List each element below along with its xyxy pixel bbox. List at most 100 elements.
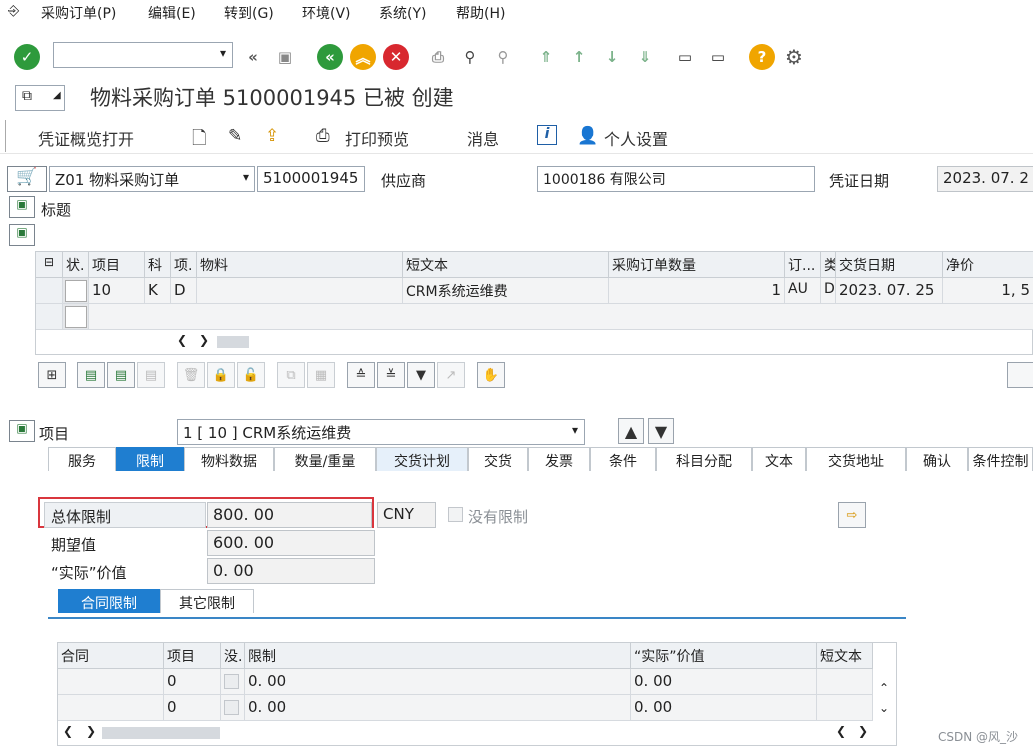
scroll-right-icon[interactable]: ❯	[199, 333, 209, 347]
sort-ascending-icon[interactable]: ≙	[347, 362, 375, 388]
scroll-left-icon[interactable]: ❮	[63, 724, 73, 738]
scroll-thumb[interactable]	[217, 336, 249, 348]
col-contract[interactable]: 合同	[58, 643, 164, 669]
expand-header-icon[interactable]: ▣	[9, 196, 35, 218]
tab-limits[interactable]: 限制	[116, 447, 184, 471]
doc-type-select[interactable]: Z01 物料采购订单 ▾	[49, 166, 255, 192]
tab-delivery-schedule[interactable]: 交货计划	[376, 447, 468, 471]
col-quantity[interactable]: 采购订单数量	[609, 252, 785, 278]
unlock-icon[interactable]: 🔓	[237, 362, 265, 388]
tab-services[interactable]: 服务	[48, 447, 116, 471]
horizontal-scrollbar[interactable]: ❮ ❯ ❮ ❯	[58, 721, 896, 745]
tab-contract-limits[interactable]: 合同限制	[58, 589, 160, 613]
last-page-icon[interactable]: ⇓	[632, 44, 658, 70]
scroll-left-icon[interactable]: ❮	[177, 333, 187, 347]
col-type[interactable]: 类	[821, 252, 836, 278]
col-item-cat[interactable]: 项.	[171, 252, 197, 278]
gear-icon[interactable]: ⚙	[781, 44, 807, 70]
doc-date-field[interactable]: 2023. 07. 2	[937, 166, 1033, 192]
tab-delivery-address[interactable]: 交货地址	[806, 447, 906, 471]
info-icon[interactable]: i	[537, 125, 557, 145]
find-icon[interactable]: ⚲	[457, 44, 483, 70]
vendor-field[interactable]: 1000186 有限公司	[537, 166, 815, 192]
personal-settings-button[interactable]: 个人设置	[604, 126, 668, 150]
col-acct[interactable]: 科	[145, 252, 171, 278]
no-limit-checkbox[interactable]	[448, 507, 463, 522]
tab-conditions[interactable]: 条件	[590, 447, 656, 471]
vertical-scrollbar[interactable]: ⌃ ⌄	[873, 669, 896, 721]
tab-texts[interactable]: 文本	[752, 447, 806, 471]
messages-button[interactable]: 消息	[467, 126, 499, 150]
paste-icon[interactable]: ▦	[307, 362, 335, 388]
enter-check-icon[interactable]: ✓	[14, 44, 40, 70]
document-icon[interactable]: 🗋	[192, 126, 206, 156]
deselect-all-icon[interactable]: ▤	[107, 362, 135, 388]
scroll-right-icon[interactable]: ❯	[86, 724, 96, 738]
system-menu-button[interactable]: ⧉ ◢	[15, 85, 65, 111]
sort-descending-icon[interactable]: ≚	[377, 362, 405, 388]
print-icon[interactable]: ⎙	[425, 44, 451, 70]
col-material[interactable]: 物料	[197, 252, 403, 278]
command-field[interactable]: ▾	[53, 42, 233, 68]
lock-icon[interactable]: 🔒	[207, 362, 235, 388]
col-item[interactable]: 项目	[164, 643, 221, 669]
po-number-field[interactable]: 5100001945	[257, 166, 365, 192]
scroll-down-icon[interactable]: ⌄	[879, 701, 889, 715]
tab-condition-control[interactable]: 条件控制	[968, 447, 1033, 471]
col-short-text[interactable]: 短文本	[403, 252, 609, 278]
col-limit[interactable]: 限制	[245, 643, 631, 669]
col-unit[interactable]: 订...	[785, 252, 821, 278]
copy-icon[interactable]: ⧉	[277, 362, 305, 388]
next-item-icon[interactable]: ▼	[648, 418, 674, 444]
tab-delivery[interactable]: 交货	[468, 447, 528, 471]
shopping-cart-icon[interactable]: 🛒	[7, 166, 47, 192]
expand-items-icon[interactable]: ▣	[9, 224, 35, 246]
menu-help[interactable]: 帮助(H)	[456, 3, 505, 23]
select-all-icon[interactable]: ▤	[77, 362, 105, 388]
tab-invoice[interactable]: 发票	[528, 447, 590, 471]
first-page-icon[interactable]: ⇑	[533, 44, 559, 70]
hand-icon[interactable]: ✋	[477, 362, 505, 388]
col-delivery-date[interactable]: 交货日期	[836, 252, 943, 278]
next-page-icon[interactable]: ↓	[599, 44, 625, 70]
scroll-left-icon[interactable]: ❮	[836, 724, 846, 738]
cell-no-limit[interactable]	[221, 695, 245, 721]
select-block-icon[interactable]: ▤	[137, 362, 165, 388]
filter-icon[interactable]: ▼	[407, 362, 435, 388]
find-next-icon[interactable]: ⚲	[490, 44, 516, 70]
scroll-right-icon[interactable]: ❯	[858, 724, 868, 738]
actual-value-field[interactable]: 0. 00	[207, 558, 375, 584]
col-short-text[interactable]: 短文本	[817, 643, 873, 669]
row-selector[interactable]	[36, 304, 63, 330]
tab-account-assignment[interactable]: 科目分配	[656, 447, 752, 471]
scroll-up-icon[interactable]: ⌃	[879, 681, 889, 695]
overall-limit-field[interactable]: 800. 00	[207, 502, 372, 528]
create-session-icon[interactable]: ▭	[672, 44, 698, 70]
tab-other-limits[interactable]: 其它限制	[160, 589, 254, 613]
menu-environment[interactable]: 环境(V)	[302, 3, 351, 23]
more-button[interactable]	[1007, 362, 1033, 388]
save-icon[interactable]: ▣	[272, 44, 298, 70]
previous-page-icon[interactable]: ↑	[566, 44, 592, 70]
back-icon[interactable]: «	[317, 44, 343, 70]
expected-value-field[interactable]: 600. 00	[207, 530, 375, 556]
user-settings-icon[interactable]: 👤	[577, 126, 598, 146]
menu-po[interactable]: 采购订单(P)	[41, 3, 116, 23]
horizontal-scrollbar[interactable]: ❮ ❯	[36, 330, 1032, 354]
exit-menu-icon[interactable]: ⎆	[8, 3, 19, 19]
scroll-thumb[interactable]	[102, 727, 220, 739]
menu-system[interactable]: 系统(Y)	[379, 3, 426, 23]
previous-item-icon[interactable]: ▲	[618, 418, 644, 444]
col-item[interactable]: 项目	[89, 252, 145, 278]
transfer-icon[interactable]: ⇨	[838, 502, 866, 528]
table-settings-icon[interactable]: ⊟	[36, 252, 63, 278]
currency-field[interactable]: CNY	[377, 502, 436, 528]
menu-goto[interactable]: 转到(G)	[224, 3, 274, 23]
col-actual-value[interactable]: “实际”价值	[631, 643, 817, 669]
tab-material-data[interactable]: 物料数据	[184, 447, 274, 471]
row-selector[interactable]	[36, 278, 63, 304]
delete-icon[interactable]: 🗑	[177, 362, 205, 388]
back-double-icon[interactable]: «	[240, 44, 266, 70]
col-no-limit[interactable]: 没.	[221, 643, 245, 669]
other-po-icon[interactable]: ⇪	[265, 126, 279, 146]
